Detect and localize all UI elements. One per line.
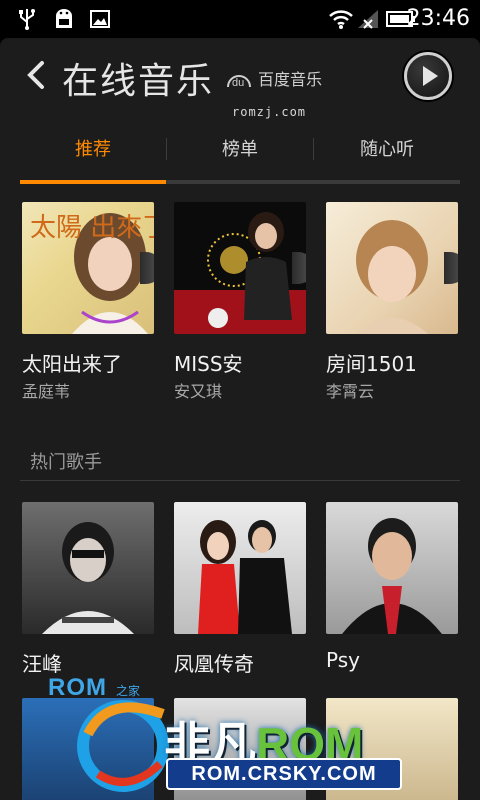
album-cover-art: 太陽 出來了: [30, 213, 154, 334]
online-music-screen: 在线音乐 du 百度音乐 romzj.com 推荐 榜单 随心听 太陽 出來 太…: [0, 38, 480, 800]
album-card[interactable]: MISS安 安又琪: [174, 202, 306, 402]
singer-photo-art: [342, 518, 442, 634]
page-title: 在线音乐: [62, 61, 215, 102]
album-cover[interactable]: [326, 202, 458, 334]
album-title: MISS安: [174, 352, 243, 376]
album-cover[interactable]: 太陽 出來了: [22, 202, 154, 334]
album-card[interactable]: 房间1501 李霄云: [326, 202, 458, 402]
singer-photo[interactable]: [22, 502, 154, 634]
back-arrow-icon[interactable]: [24, 60, 48, 90]
singer-photo[interactable]: [174, 698, 306, 800]
tab-bar: 推荐 榜单 随心听: [20, 130, 460, 186]
singer-card[interactable]: 凤凰传奇: [174, 502, 306, 682]
status-bar: 23:46: [0, 0, 480, 38]
image-icon: [90, 10, 110, 28]
usb-icon: [19, 9, 35, 30]
singer-photo[interactable]: [326, 502, 458, 634]
svg-text:太陽 出來了: 太陽 出來了: [30, 213, 154, 243]
play-icon: [423, 66, 438, 86]
section-title-hot-singers: 热门歌手: [30, 452, 102, 473]
tab-recommend[interactable]: 推荐: [20, 130, 166, 170]
brand-name: 百度音乐: [258, 70, 323, 89]
header: 在线音乐 du 百度音乐 romzj.com: [0, 38, 480, 128]
singer-name: 汪峰: [22, 652, 62, 676]
tab-charts[interactable]: 榜单: [167, 130, 313, 170]
android-debug-icon: [56, 9, 72, 28]
tab-random-listen[interactable]: 随心听: [314, 130, 460, 170]
album-artist: 安又琪: [174, 382, 223, 401]
wifi-icon: [329, 10, 353, 29]
baidu-music-brand: du 百度音乐: [224, 66, 322, 90]
album-cover[interactable]: [174, 202, 306, 334]
album-title: 房间1501: [326, 352, 417, 376]
singer-card[interactable]: Psy: [326, 502, 458, 682]
singer-card[interactable]: 汪峰: [22, 502, 154, 682]
baidu-du-logo-icon: du: [227, 75, 251, 89]
now-playing-button[interactable]: [404, 52, 452, 100]
album-cover-art: [174, 212, 306, 334]
album-artist: 孟庭苇: [22, 382, 71, 401]
album-cover-art: [356, 220, 428, 334]
singer-photo-art: [198, 520, 292, 634]
vinyl-disc-icon: [140, 252, 154, 284]
singer-photo[interactable]: [174, 502, 306, 634]
section-divider: [20, 480, 460, 481]
singer-photo-art: [42, 522, 134, 634]
singer-name: Psy: [326, 648, 360, 672]
singer-photo[interactable]: [326, 698, 458, 800]
romzj-watermark: romzj.com: [232, 105, 307, 119]
album-title: 太阳出来了: [22, 352, 122, 376]
vinyl-disc-icon: [444, 252, 458, 284]
signal-icon: [358, 10, 378, 29]
svg-text:du: du: [232, 77, 244, 89]
tab-indicator: [20, 180, 166, 184]
singer-photo[interactable]: [22, 698, 154, 800]
status-time: 23:46: [406, 6, 470, 31]
singer-name: 凤凰传奇: [174, 652, 254, 676]
album-card[interactable]: 太陽 出來了 太阳出来了 孟庭苇: [22, 202, 154, 402]
album-artist: 李霄云: [326, 382, 375, 401]
vinyl-disc-icon: [292, 252, 306, 284]
